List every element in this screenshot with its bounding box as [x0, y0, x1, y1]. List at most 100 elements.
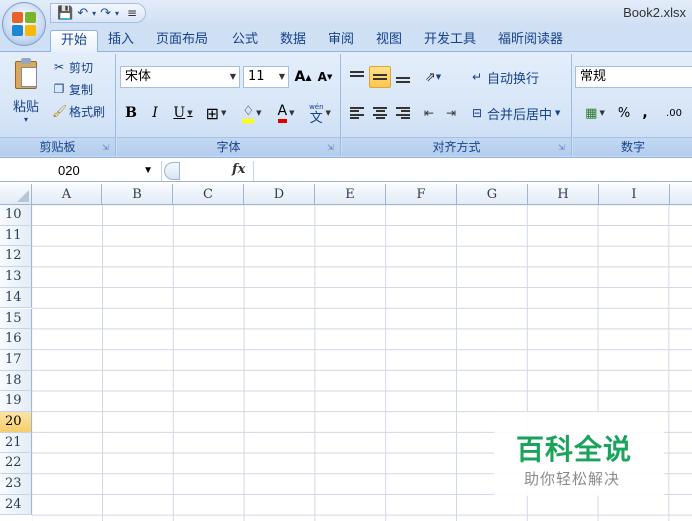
customize-qat-icon[interactable]: ≡	[127, 6, 137, 20]
row-header[interactable]: 15	[0, 308, 32, 330]
column-header-d[interactable]: D	[244, 184, 315, 205]
fill-color-button[interactable]: ♢ ▼	[235, 102, 269, 124]
tab-view[interactable]: 视图	[376, 30, 402, 52]
shrink-font-button[interactable]: A ▼	[315, 66, 335, 88]
orientation-button[interactable]: ⇗ ▼	[418, 66, 448, 88]
column-header-b[interactable]: B	[102, 184, 173, 205]
ribbon: 粘贴 ▾ ✂ 剪切 ❐ 复制 🖌 格式刷 剪贴板 ⇲ 宋体▼ 11▼ A▲	[0, 52, 692, 158]
tab-home[interactable]: 开始	[50, 30, 99, 52]
merge-center-button[interactable]: ⊟ 合并后居中 ▼	[470, 104, 560, 123]
comma-button[interactable]: ,	[637, 102, 653, 124]
align-bottom-button[interactable]	[392, 66, 414, 88]
number-format-select[interactable]: 常规	[575, 66, 692, 88]
chevron-down-icon: ▼	[143, 165, 153, 176]
insert-function-icon[interactable]: fx	[232, 162, 245, 177]
row-header[interactable]: 12	[0, 246, 32, 268]
formula-input[interactable]	[256, 161, 692, 181]
format-painter-label: 格式刷	[69, 104, 106, 119]
title-bar: 💾 ↶ ▾ ↷ ▾ ≡ Book2.xlsx	[0, 0, 692, 26]
currency-icon: ▦	[585, 105, 598, 121]
tab-formulas[interactable]: 公式	[232, 30, 258, 52]
tab-developer[interactable]: 开发工具	[424, 30, 476, 52]
percent-button[interactable]: %	[613, 102, 635, 124]
row-header[interactable]: 23	[0, 474, 32, 495]
column-header-c[interactable]: C	[173, 184, 244, 205]
align-top-button[interactable]	[346, 66, 368, 88]
column-header-a[interactable]: A	[32, 184, 102, 205]
row-header[interactable]: 10	[0, 205, 32, 226]
clipboard-launcher-icon[interactable]: ⇲	[102, 143, 112, 153]
underline-button[interactable]: U ▼	[169, 102, 197, 124]
font-size-select[interactable]: 11 ▼	[243, 66, 289, 88]
tab-page-layout[interactable]: 页面布局	[156, 30, 208, 52]
column-header-i[interactable]: I	[599, 184, 670, 205]
save-icon[interactable]: 💾	[57, 6, 73, 21]
row-header[interactable]: 14	[0, 287, 32, 309]
tab-data[interactable]: 数据	[280, 30, 306, 52]
font-launcher-icon[interactable]: ⇲	[327, 143, 337, 153]
phonetic-guide-button[interactable]: wén 文 ▼	[303, 102, 337, 125]
row-header[interactable]: 16	[0, 329, 32, 350]
chevron-down-icon: ▼	[229, 72, 236, 81]
align-center-button[interactable]	[369, 102, 391, 124]
bold-button[interactable]: B	[121, 102, 141, 124]
align-middle-button[interactable]	[369, 66, 391, 88]
ribbon-tabs: 开始 插入 页面布局 公式 数据 审阅 视图 开发工具 福昕阅读器	[0, 26, 692, 52]
grow-font-button[interactable]: A ▲	[293, 66, 313, 88]
scissors-icon: ✂	[53, 60, 65, 74]
column-header-j[interactable]	[670, 184, 692, 205]
font-group-label: 字体	[117, 137, 340, 156]
accounting-format-button[interactable]: ▦ ▼	[577, 102, 613, 124]
column-header-h[interactable]: H	[528, 184, 599, 205]
redo-dropdown-icon[interactable]: ▾	[115, 9, 119, 18]
decrease-indent-button[interactable]: ⇤	[418, 102, 440, 124]
row-header[interactable]: 20	[0, 412, 32, 433]
font-color-button[interactable]: A ▼	[271, 102, 301, 124]
tab-foxit-reader[interactable]: 福昕阅读器	[498, 30, 563, 52]
font-name-select[interactable]: 宋体 ▼	[120, 66, 240, 88]
increase-indent-button[interactable]: ⇥	[440, 102, 462, 124]
copy-button[interactable]: ❐ 复制	[52, 80, 93, 98]
row-header[interactable]: 21	[0, 432, 32, 454]
row-header[interactable]: 22	[0, 453, 32, 475]
clipboard-group: 粘贴 ▾ ✂ 剪切 ❐ 复制 🖌 格式刷 剪贴板 ⇲	[0, 54, 116, 156]
text-orientation-icon: ⇗	[424, 69, 436, 85]
row-header[interactable]: 13	[0, 267, 32, 288]
row-header[interactable]: 18	[0, 370, 32, 392]
undo-dropdown-icon[interactable]: ▾	[92, 9, 96, 18]
row-header[interactable]: 24	[0, 494, 32, 516]
borders-button[interactable]: ⊞ ▼	[201, 102, 231, 124]
select-all-button[interactable]	[0, 184, 32, 205]
column-header-f[interactable]: F	[386, 184, 457, 205]
merge-cells-icon: ⊟	[471, 106, 483, 120]
row-header[interactable]: 17	[0, 349, 32, 371]
paste-dropdown-icon[interactable]: ▾	[6, 115, 46, 124]
paste-button[interactable]: 粘贴 ▾	[6, 58, 46, 124]
undo-icon[interactable]: ↶	[77, 6, 88, 21]
wrap-text-button[interactable]: ↵ 自动换行	[470, 68, 539, 87]
name-box[interactable]: 020 ▼	[0, 161, 162, 181]
italic-button[interactable]: I	[145, 102, 165, 124]
watermark-title: 百科全说	[516, 433, 633, 466]
formula-buttons: fx	[164, 161, 254, 181]
align-left-button[interactable]	[346, 102, 368, 124]
format-painter-button[interactable]: 🖌 格式刷	[52, 102, 105, 120]
tab-review[interactable]: 审阅	[328, 30, 354, 52]
formula-cancel-icon[interactable]	[164, 162, 180, 180]
increase-decimal-button[interactable]: .00	[659, 102, 689, 124]
copy-icon: ❐	[53, 82, 65, 96]
redo-icon[interactable]: ↷	[100, 6, 111, 21]
cut-button[interactable]: ✂ 剪切	[52, 58, 93, 76]
font-group: 宋体 ▼ 11 ▼ A ▲ A ▼ B I U ▼ ⊞ ▼ ♢ ▼ A ▼ wén 文 ▼	[117, 54, 341, 156]
row-header[interactable]: 19	[0, 391, 32, 412]
formula-bar: 020 ▼ fx	[0, 160, 692, 182]
quick-access-toolbar: 💾 ↶ ▾ ↷ ▾ ≡	[50, 3, 147, 23]
alignment-launcher-icon[interactable]: ⇲	[558, 143, 568, 153]
row-header[interactable]: 11	[0, 225, 32, 247]
align-right-button[interactable]	[392, 102, 414, 124]
column-header-g[interactable]: G	[457, 184, 528, 205]
tab-insert[interactable]: 插入	[108, 30, 134, 52]
office-button[interactable]	[2, 2, 46, 46]
column-header-e[interactable]: E	[315, 184, 386, 205]
fill-bucket-icon: ♢	[242, 104, 255, 123]
